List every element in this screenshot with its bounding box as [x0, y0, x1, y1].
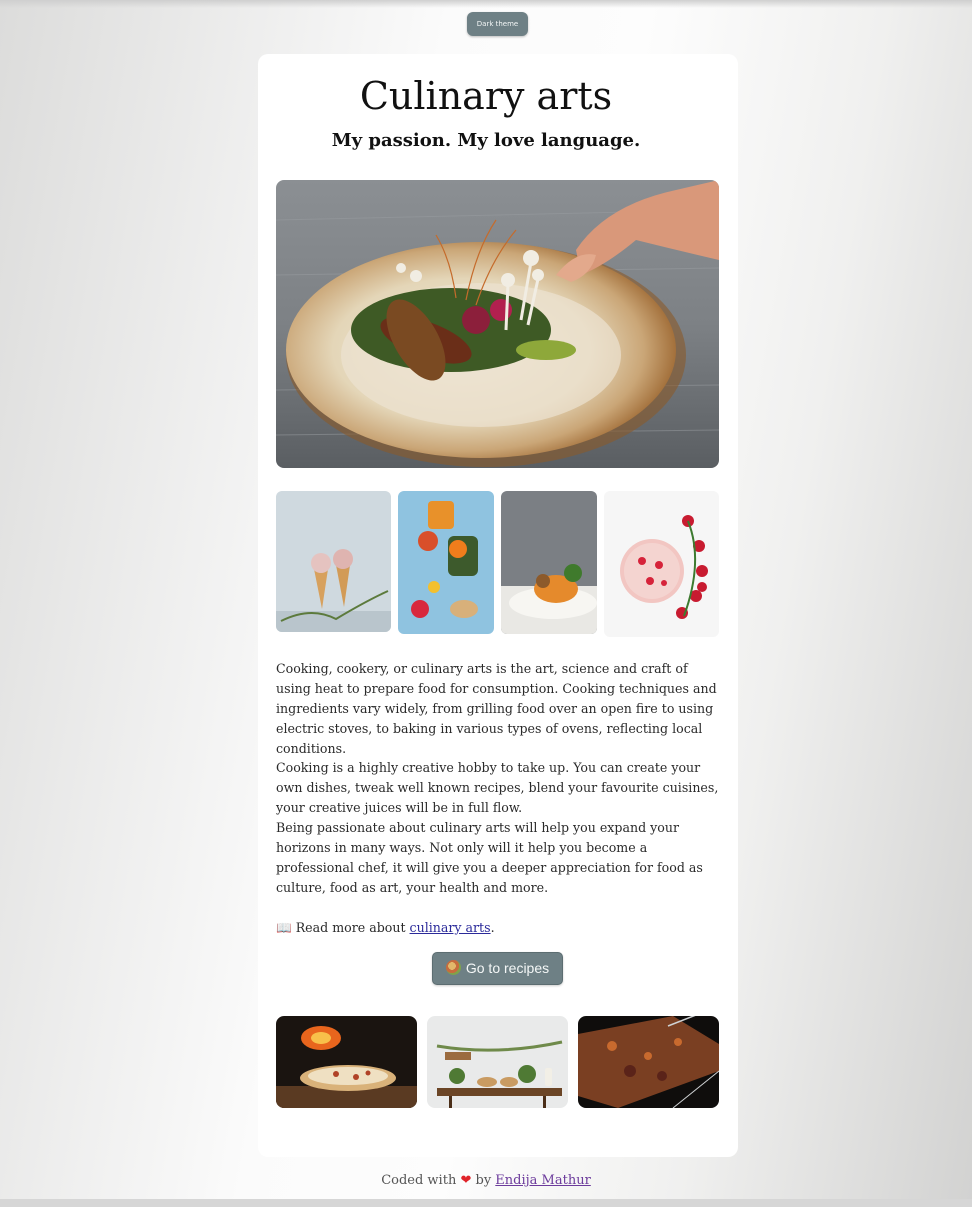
go-to-recipes-button[interactable]: Go to recipes — [432, 952, 563, 985]
intro-paragraph-3: Being passionate about culinary arts wil… — [276, 820, 703, 895]
spices-board-image — [578, 1016, 719, 1108]
read-more-suffix: . — [490, 920, 495, 935]
dark-theme-button[interactable]: Dark theme — [467, 12, 528, 36]
intro-paragraph-1: Cooking, cookery, or culinary arts is th… — [276, 661, 717, 756]
top-shade — [0, 0, 972, 8]
footer-middle: by — [471, 1173, 496, 1188]
read-more-prefix: Read more about — [295, 920, 410, 935]
bottom-bar — [0, 1199, 972, 1207]
plated-meal-image — [501, 491, 597, 634]
book-icon: 📖 — [276, 920, 292, 935]
intro-paragraph-2: Cooking is a highly creative hobby to ta… — [276, 760, 719, 815]
ice-cream-cones-image — [276, 491, 391, 632]
food-bowl-icon — [445, 960, 461, 975]
table-spread-image — [427, 1016, 568, 1108]
heart-icon: ❤ — [460, 1173, 472, 1188]
hero-dish-image — [276, 180, 719, 468]
read-more-line: 📖 Read more about culinary arts. — [276, 918, 720, 938]
fruit-drinks-image — [398, 491, 494, 634]
page-subtitle: My passion. My love language. — [331, 130, 641, 151]
culinary-arts-link[interactable]: culinary arts — [410, 920, 491, 935]
pizza-oven-image — [276, 1016, 417, 1108]
author-link[interactable]: Endija Mathur — [495, 1173, 591, 1188]
recipes-button-label: Go to recipes — [465, 960, 550, 976]
footer-credit: Coded with ❤ by Endija Mathur — [0, 1173, 972, 1188]
strawberry-bowl-image — [604, 491, 719, 637]
page-title: Culinary arts — [359, 74, 613, 118]
footer-prefix: Coded with — [381, 1173, 461, 1188]
